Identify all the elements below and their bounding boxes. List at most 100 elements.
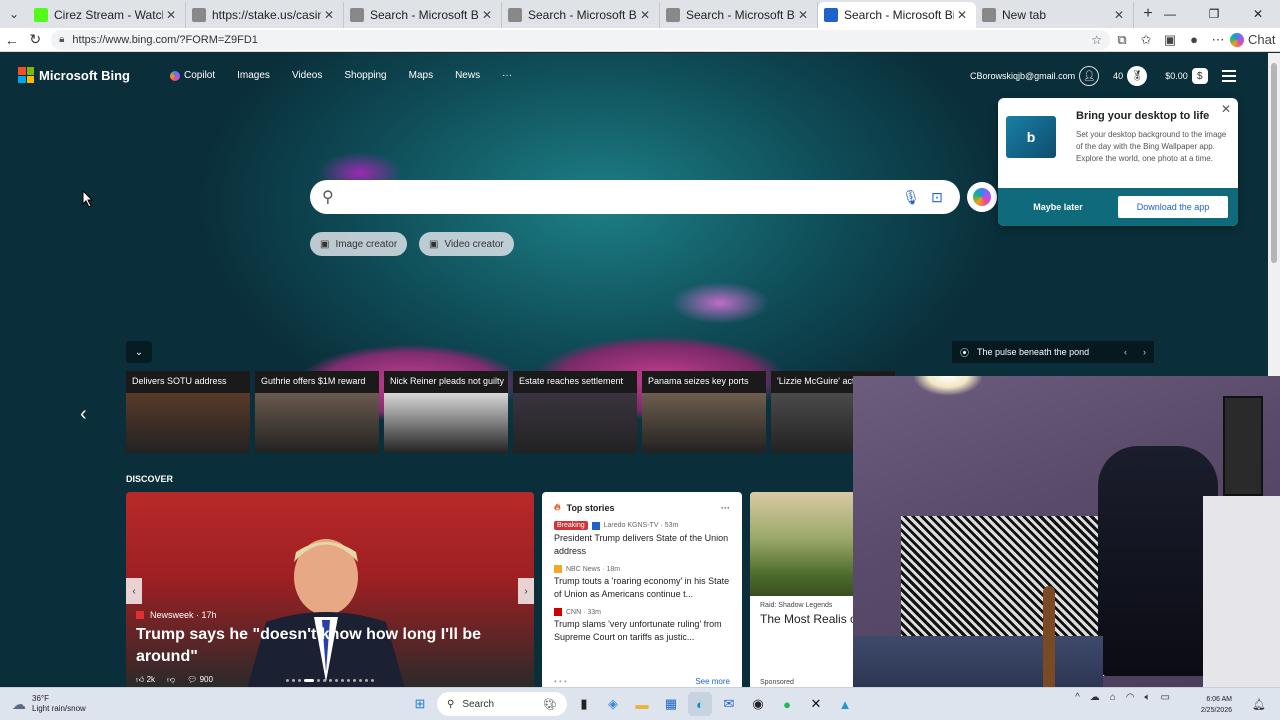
bing-logo[interactable]: Microsoft Bing bbox=[18, 67, 130, 83]
edge-icon[interactable]: ◐ bbox=[688, 692, 712, 716]
maximize-button[interactable]: ❐ bbox=[1192, 0, 1236, 28]
tab-close-icon[interactable]: ✕ bbox=[1111, 8, 1127, 22]
news-strip-card[interactable]: Estate reaches settlement bbox=[513, 371, 637, 453]
battery-icon[interactable]: ▭ bbox=[1161, 692, 1170, 703]
obs-icon[interactable]: ◉ bbox=[746, 692, 770, 716]
top-story-item[interactable]: NBC News · 18m Trump touts a 'roaring eco… bbox=[554, 565, 730, 601]
clock[interactable]: 6:06 AM 2/25/2026 bbox=[1201, 694, 1232, 716]
file-explorer-icon[interactable]: ▬ bbox=[630, 692, 654, 716]
bing-nav-item[interactable]: Maps bbox=[409, 70, 433, 81]
collapse-feed-button[interactable]: ⌄ bbox=[126, 341, 152, 363]
tab-favicon-icon bbox=[34, 8, 48, 22]
like-button[interactable]: 👍︎ 2k bbox=[136, 675, 155, 685]
news-strip-card[interactable]: Delivers SOTU address bbox=[126, 371, 250, 453]
start-button[interactable]: ⊞ bbox=[408, 692, 432, 716]
bing-nav-item[interactable]: ··· bbox=[502, 70, 512, 81]
avatar[interactable]: 👤︎ bbox=[1079, 66, 1100, 86]
strip-left-arrow-icon[interactable]: ‹ bbox=[80, 403, 87, 426]
tab-actions-menu-button[interactable]: ⌄ bbox=[0, 0, 28, 28]
comments-button[interactable]: 💬︎ 900 bbox=[187, 675, 213, 685]
extensions-icon[interactable]: ⧉ bbox=[1110, 32, 1134, 48]
photos-icon[interactable]: ▲ bbox=[833, 692, 857, 716]
tab-close-icon[interactable]: ✕ bbox=[479, 8, 495, 22]
favorite-star-icon[interactable]: ☆ bbox=[1091, 33, 1102, 47]
browser-tab[interactable]: Search - Microsoft Bing✕ bbox=[502, 2, 660, 28]
user-email[interactable]: CBorowskiqjb@gmail.com bbox=[970, 71, 1075, 81]
browser-tab[interactable]: Search - Microsoft Bing✕ bbox=[660, 2, 818, 28]
chat-button[interactable]: Chat bbox=[1230, 32, 1280, 47]
back-button[interactable]: ← bbox=[0, 28, 24, 52]
onedrive-icon[interactable]: ☁︎ bbox=[1090, 692, 1100, 703]
rewards-medal-icon[interactable]: 🏅︎ bbox=[1127, 66, 1148, 86]
featured-story-card[interactable]: ‹ › Newsweek · 17h Trump says he "doesn'… bbox=[126, 492, 534, 687]
collections-icon[interactable]: ▣ bbox=[1158, 32, 1182, 48]
sponsored-headline[interactable]: The Most Realis of 2026 bbox=[750, 611, 854, 628]
video-creator-button[interactable]: ▣ Video creator bbox=[419, 232, 514, 256]
image-location-label[interactable]: The pulse beneath the pond bbox=[977, 347, 1089, 357]
news-strip-card[interactable]: Nick Reiner pleads not guilty bbox=[384, 371, 508, 453]
browser-tab[interactable]: Search - Microsoft Bing✕ bbox=[344, 2, 502, 28]
visual-search-icon[interactable]: ⊡ bbox=[926, 189, 948, 206]
copilot-button[interactable] bbox=[967, 182, 997, 212]
task-view-icon[interactable]: ▮ bbox=[572, 692, 596, 716]
chevron-up-icon[interactable]: ^ bbox=[1075, 692, 1080, 703]
browser-tab[interactable]: Search - Microsoft Bing✕ bbox=[818, 2, 976, 28]
profile-icon[interactable]: ● bbox=[1182, 32, 1206, 47]
spotify-icon[interactable]: ● bbox=[775, 692, 799, 716]
minimize-button[interactable]: — bbox=[1148, 0, 1192, 28]
top-story-item[interactable]: Breaking Laredo KGNS-TV · 53m President Tr… bbox=[554, 521, 730, 558]
close-icon[interactable]: ✕ bbox=[1221, 102, 1231, 116]
wallet-balance[interactable]: $0.00 bbox=[1165, 71, 1188, 81]
wallet-icon[interactable]: $ bbox=[1191, 68, 1208, 84]
wifi-icon[interactable]: ◠ bbox=[1126, 692, 1135, 703]
tab-close-icon[interactable]: ✕ bbox=[954, 8, 970, 22]
location-icon[interactable]: ⌂ bbox=[1110, 692, 1116, 703]
tab-close-icon[interactable]: ✕ bbox=[321, 8, 337, 22]
tab-close-icon[interactable]: ✕ bbox=[163, 8, 179, 22]
more-options-icon[interactable]: ··· bbox=[721, 503, 730, 513]
tab-close-icon[interactable]: ✕ bbox=[795, 8, 811, 22]
notification-bell-icon[interactable]: 🔔︎ bbox=[1252, 698, 1266, 711]
microphone-icon[interactable]: 🎙︎ bbox=[900, 189, 922, 206]
image-creator-button[interactable]: ▣ Image creator bbox=[310, 232, 408, 256]
volume-icon[interactable]: 🔈︎ bbox=[1145, 692, 1151, 703]
browser-tab[interactable]: Cirez Stream - Watch Live on✕ bbox=[28, 2, 186, 28]
widgets-icon[interactable]: ◈ bbox=[601, 692, 625, 716]
browser-tab[interactable]: New tab ✕ bbox=[976, 2, 1134, 28]
outlook-icon[interactable]: ✉ bbox=[717, 692, 741, 716]
refresh-button[interactable]: ↻ bbox=[24, 28, 48, 52]
feature-next-icon[interactable]: › bbox=[518, 578, 534, 604]
store-icon[interactable]: ▦ bbox=[659, 692, 683, 716]
maybe-later-button[interactable]: Maybe later bbox=[998, 202, 1118, 212]
news-strip-card[interactable]: Panama seizes key ports bbox=[642, 371, 766, 453]
x-app-icon[interactable]: ✕ bbox=[804, 692, 828, 716]
bing-nav-item[interactable]: Videos bbox=[292, 70, 322, 81]
url-field[interactable]: 🔒︎ https://www.bing.com/?FORM=Z9FD1 ☆ bbox=[51, 29, 1111, 50]
search-input[interactable] bbox=[341, 189, 896, 205]
previous-image-icon[interactable]: ‹ bbox=[1124, 347, 1127, 357]
bing-nav-item[interactable]: Copilot bbox=[170, 70, 215, 81]
feature-headline[interactable]: Trump says he "doesn't know how long I'l… bbox=[136, 624, 516, 668]
hamburger-menu-icon[interactable] bbox=[1221, 70, 1236, 82]
favorites-icon[interactable]: ✩ bbox=[1134, 32, 1158, 48]
bing-nav-item[interactable]: News bbox=[455, 70, 480, 81]
top-story-item[interactable]: CNN · 33m Trump slams 'very unfortunate r… bbox=[554, 608, 730, 644]
dislike-icon[interactable]: 👎︎ bbox=[167, 675, 175, 685]
taskbar-search[interactable]: ⚲ Search 🎨︎ bbox=[437, 692, 567, 716]
browser-tab[interactable]: https://stake.us/casino/games/evo✕ bbox=[186, 2, 344, 28]
rewards-points[interactable]: 40 bbox=[1113, 71, 1123, 81]
bing-nav-item[interactable]: Shopping bbox=[344, 70, 386, 81]
close-window-button[interactable]: ✕ bbox=[1236, 0, 1280, 28]
feature-prev-icon[interactable]: ‹ bbox=[126, 578, 142, 604]
sponsored-card[interactable]: Raid: Shadow Legends The Most Realis of … bbox=[750, 492, 854, 687]
scrollbar-thumb[interactable] bbox=[1271, 63, 1277, 263]
weather-widget[interactable]: ☁︎ 36°F Light rain/snow bbox=[12, 694, 86, 714]
bing-nav-item[interactable]: Images bbox=[237, 70, 270, 81]
download-app-button[interactable]: Download the app bbox=[1118, 196, 1228, 218]
window-controls: — ❐ ✕ bbox=[1148, 0, 1280, 28]
more-menu-icon[interactable]: ⋯ bbox=[1206, 32, 1230, 48]
see-more-link[interactable]: See more bbox=[695, 677, 730, 686]
tab-close-icon[interactable]: ✕ bbox=[637, 8, 653, 22]
next-image-icon[interactable]: › bbox=[1143, 347, 1146, 357]
news-strip-card[interactable]: Guthrie offers $1M reward bbox=[255, 371, 379, 453]
